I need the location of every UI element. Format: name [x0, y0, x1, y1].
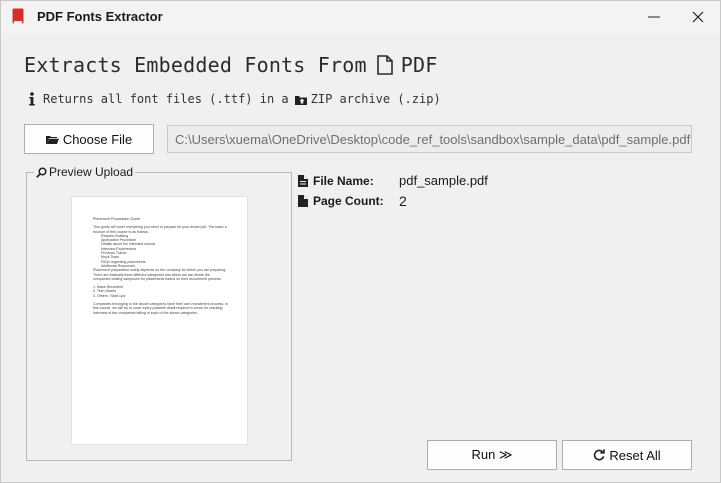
- subtitle-text: Returns all font files (.ttf) in a: [43, 92, 289, 106]
- file-path-field[interactable]: C:\Users\xuema\OneDrive\Desktop\code_ref…: [167, 125, 692, 153]
- page-title: Extracts Embedded Fonts From PDF: [24, 53, 437, 77]
- close-icon: [692, 11, 704, 23]
- reload-icon: [594, 449, 606, 461]
- document-icon: [376, 55, 393, 75]
- file-icon: [298, 195, 308, 207]
- pdf-page-line: interview of the companies falling in ea…: [93, 310, 198, 315]
- choose-file-label: Choose File: [62, 131, 133, 147]
- folder-icon: [45, 135, 59, 144]
- title-bar: PDF Fonts Extractor: [1, 1, 720, 33]
- zip-folder-icon: [294, 95, 307, 105]
- preview-legend: Preview Upload: [34, 165, 136, 179]
- info-icon: [29, 92, 35, 106]
- reset-all-label: Reset All: [609, 447, 661, 463]
- pdf-page-line: This guide will cover everything you nee…: [93, 225, 228, 230]
- page-count-label: Page Count:: [313, 194, 384, 208]
- close-button[interactable]: [675, 1, 721, 33]
- run-label: Run ≫: [471, 447, 513, 462]
- pdf-page-preview: Placement Preparation Guide This guide wi…: [71, 196, 248, 445]
- page-count-row: Page Count: 2: [298, 193, 407, 209]
- pdf-page-line: Placement preparation solely depends on …: [93, 268, 227, 273]
- page-title-text: Extracts Embedded Fonts From: [24, 53, 367, 77]
- run-button[interactable]: Run ≫: [427, 440, 557, 470]
- minimize-button[interactable]: [631, 1, 677, 33]
- app-window: PDF Fonts Extractor Extracts Embedded Fo…: [0, 0, 721, 483]
- file-name-label: File Name:: [313, 173, 374, 188]
- choose-file-button[interactable]: Choose File: [24, 124, 154, 154]
- page-title-suffix: PDF: [400, 53, 438, 77]
- subtitle: Returns all font files (.ttf) in a ZIP a…: [28, 92, 441, 106]
- reset-all-button[interactable]: Reset All: [562, 440, 692, 470]
- preview-legend-text: Preview Upload: [49, 165, 134, 179]
- file-name-row: File Name: pdf_sample.pdf: [298, 173, 488, 188]
- subtitle-suffix: ZIP archive (.zip): [310, 92, 441, 106]
- page-count-value: 2: [399, 193, 407, 209]
- file-icon: [298, 174, 308, 187]
- minimize-icon: [648, 16, 660, 18]
- file-name-value: pdf_sample.pdf: [399, 173, 488, 188]
- pdf-app-icon: [12, 8, 24, 25]
- window-title: PDF Fonts Extractor: [37, 9, 163, 24]
- magnifier-icon: [36, 166, 47, 178]
